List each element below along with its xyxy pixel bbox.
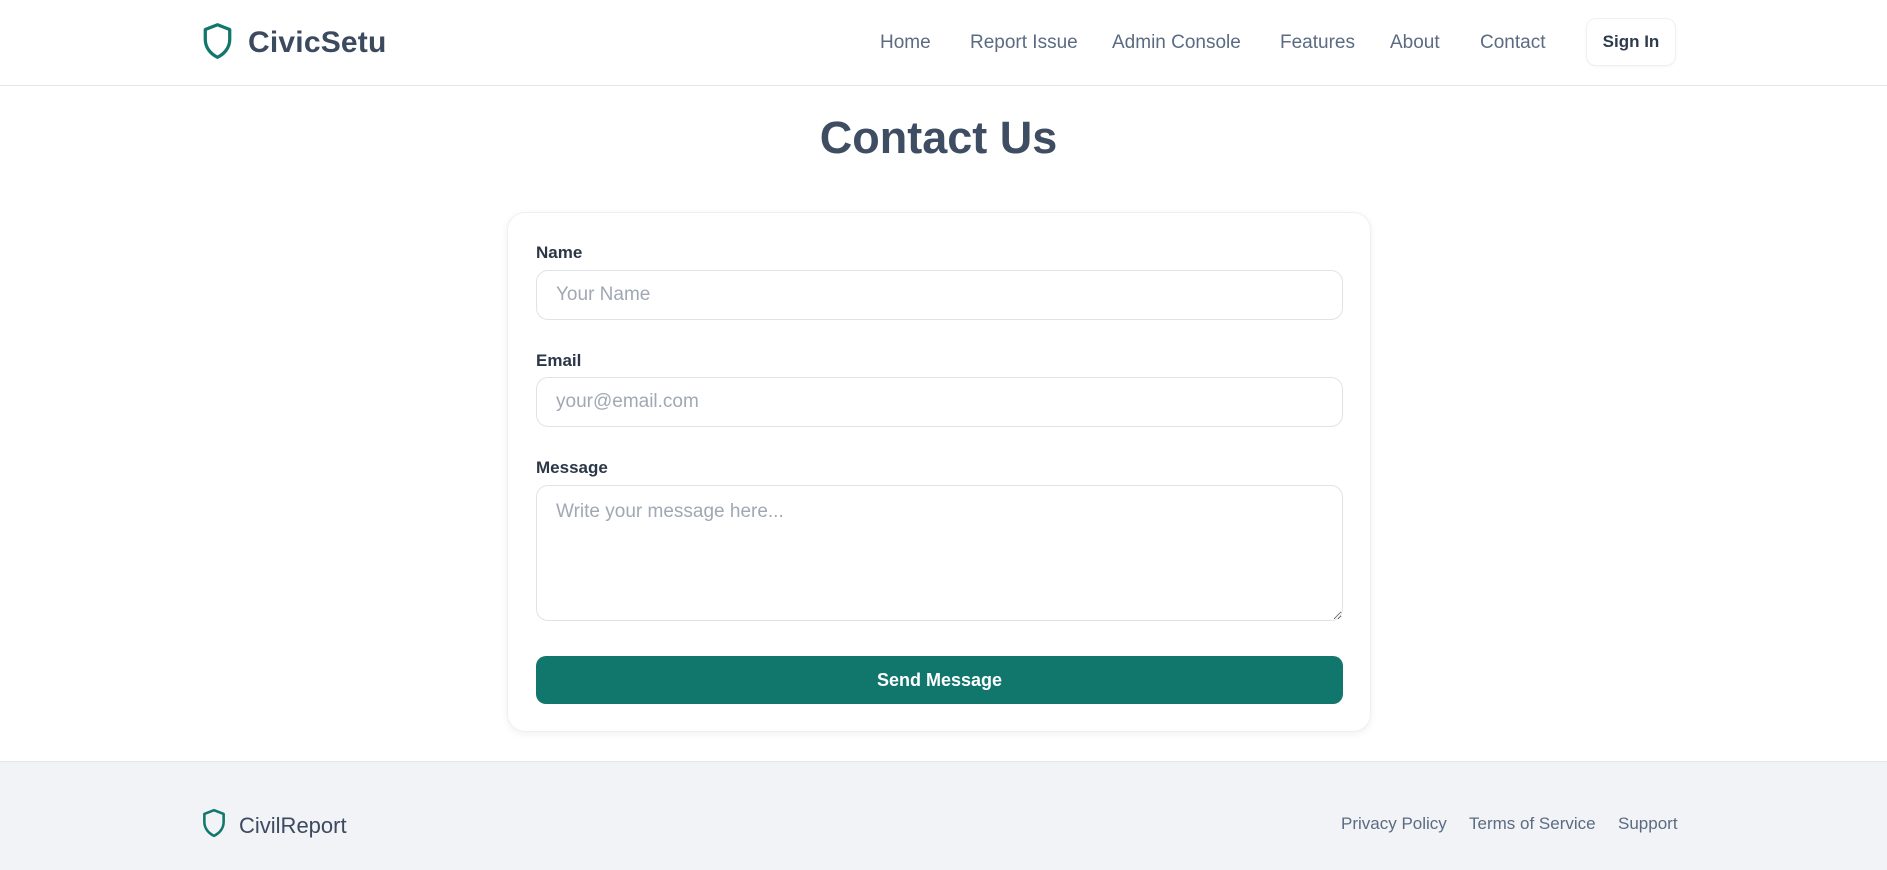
- site-footer: CivilReport Privacy Policy Terms of Serv…: [0, 761, 1887, 870]
- nav-contact[interactable]: Contact: [1480, 32, 1545, 54]
- email-input[interactable]: [536, 377, 1343, 427]
- contact-form-card: Name Email Message Send Message: [507, 212, 1371, 732]
- message-textarea[interactable]: [536, 485, 1343, 621]
- nav-about[interactable]: About: [1390, 32, 1440, 54]
- email-label: Email: [536, 351, 582, 370]
- nav-home[interactable]: Home: [880, 32, 931, 54]
- footer-link-privacy[interactable]: Privacy Policy: [1341, 814, 1447, 834]
- name-input[interactable]: [536, 270, 1343, 320]
- name-label: Name: [536, 243, 583, 262]
- message-label: Message: [536, 458, 608, 477]
- footer-brand-name: CivilReport: [239, 812, 347, 838]
- nav-admin-console[interactable]: Admin Console: [1112, 32, 1241, 54]
- footer-brand[interactable]: CivilReport: [201, 808, 347, 843]
- footer-link-terms[interactable]: Terms of Service: [1469, 814, 1596, 834]
- site-header: CivicSetu Home Report Issue Admin Consol…: [0, 0, 1887, 86]
- shield-icon: [201, 808, 227, 843]
- nav-report-issue[interactable]: Report Issue: [970, 32, 1078, 54]
- nav-features[interactable]: Features: [1280, 32, 1355, 54]
- footer-link-support[interactable]: Support: [1618, 814, 1678, 834]
- send-message-button[interactable]: Send Message: [536, 656, 1343, 704]
- sign-in-button[interactable]: Sign In: [1586, 18, 1676, 66]
- page-title: Contact Us: [819, 112, 1058, 163]
